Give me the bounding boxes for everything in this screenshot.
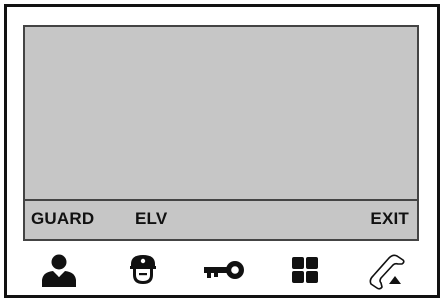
user-icon — [39, 252, 79, 288]
video-area — [25, 27, 417, 201]
intercom-panel: GUARD ELV EXIT — [4, 4, 440, 298]
display-screen: GUARD ELV EXIT — [23, 25, 419, 241]
guard-button[interactable] — [117, 247, 169, 293]
call-button[interactable] — [363, 247, 415, 293]
key-icon — [202, 258, 246, 282]
phone-handset-icon — [367, 250, 411, 290]
key-button[interactable] — [198, 247, 250, 293]
menu-button[interactable] — [279, 247, 331, 293]
hardware-buttons — [23, 247, 419, 293]
guard-icon — [128, 253, 158, 287]
exit-softkey[interactable]: EXIT — [370, 209, 409, 229]
softkey-bar: GUARD ELV EXIT — [25, 199, 417, 239]
guard-softkey[interactable]: GUARD — [31, 209, 94, 229]
menu-grid-icon — [291, 256, 319, 284]
elevator-softkey[interactable]: ELV — [135, 209, 167, 229]
user-button[interactable] — [33, 247, 85, 293]
